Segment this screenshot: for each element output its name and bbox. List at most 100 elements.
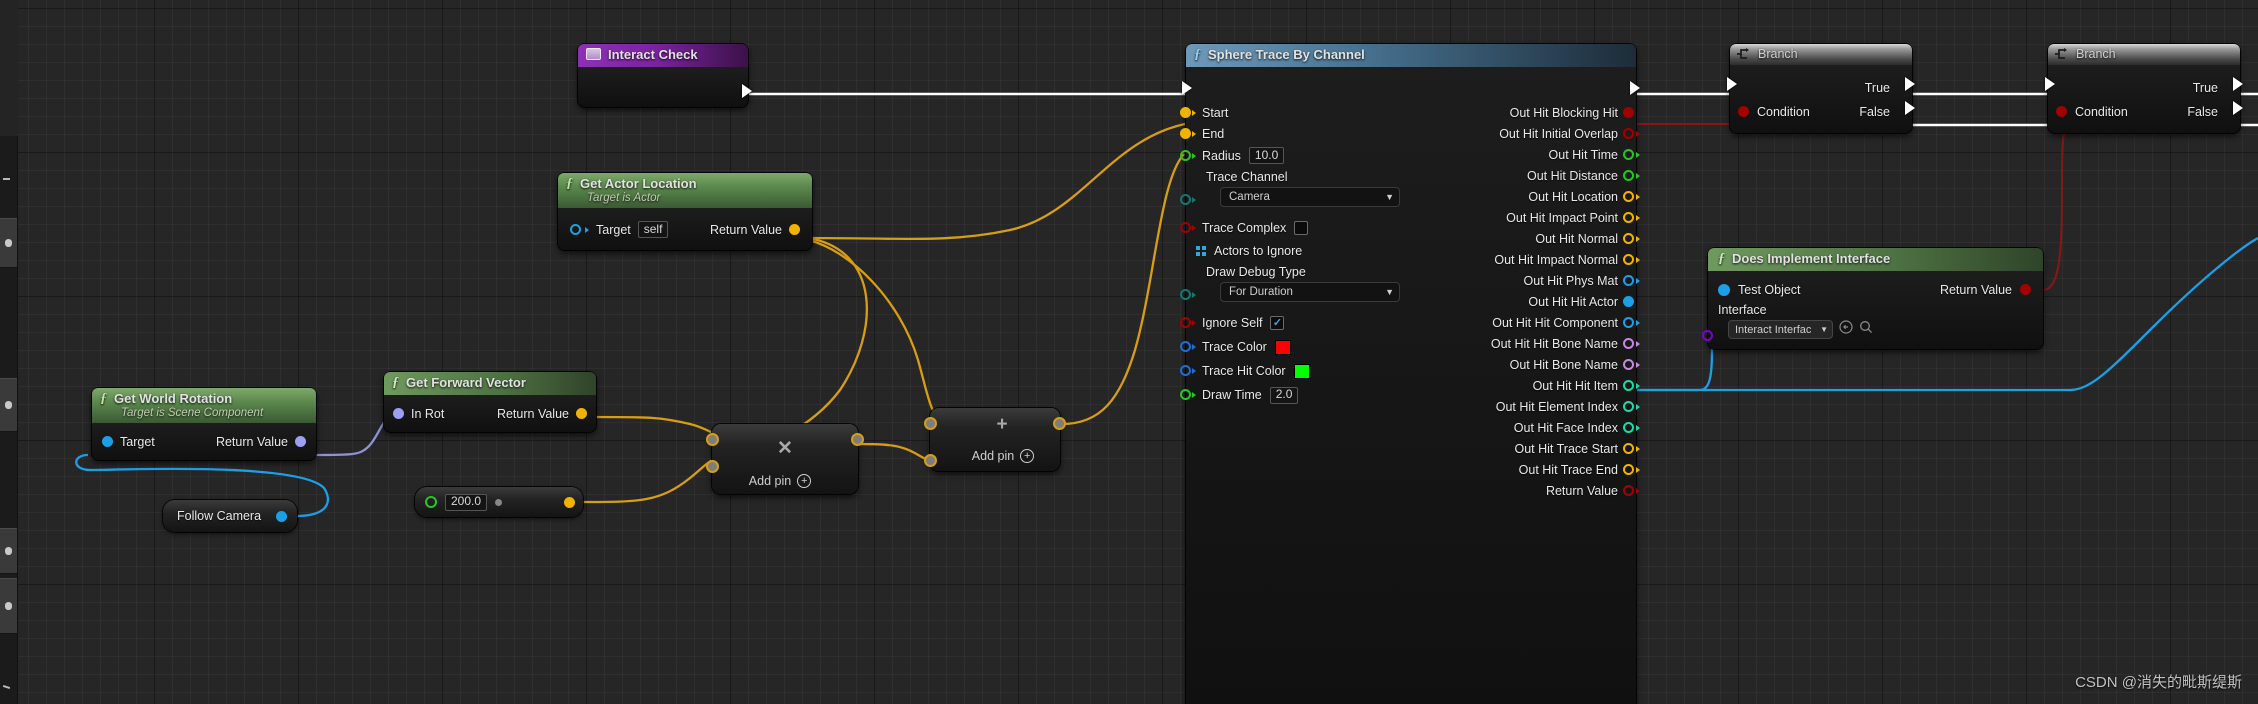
target-value[interactable]: self: [637, 221, 669, 238]
return-value-label: Return Value: [709, 222, 782, 237]
bool-pin-connected[interactable]: [1623, 107, 1634, 118]
blueprint-graph-canvas[interactable]: Interact Check ƒ Get Actor Location Targ…: [0, 0, 2258, 704]
browse-back-icon[interactable]: [1839, 320, 1853, 339]
vector-pin[interactable]: [1623, 254, 1634, 265]
name-pin[interactable]: [1623, 338, 1634, 349]
node-sphere-trace-by-channel[interactable]: ƒ Sphere Trace By Channel Start End Radi…: [1180, 44, 1640, 704]
node-interact-check[interactable]: Interact Check: [578, 44, 752, 107]
radius-value[interactable]: 10.0: [1248, 147, 1285, 164]
trace-color-swatch[interactable]: [1274, 339, 1291, 355]
float-value[interactable]: 200.0: [445, 493, 488, 511]
trace-channel-value: Camera: [1229, 191, 1270, 203]
target-input-pin[interactable]: [102, 436, 113, 447]
int-pin[interactable]: [1623, 380, 1634, 391]
node-branch-2[interactable]: Branch Condition True False: [2045, 44, 2243, 133]
node-literal-float[interactable]: 200.0: [415, 487, 583, 517]
exec-out-pin[interactable]: [742, 84, 752, 98]
ignore-self-checkbox[interactable]: ✓: [1270, 316, 1285, 330]
add-input-b-pin[interactable]: [924, 454, 937, 467]
trace-hit-color-pin[interactable]: [1180, 365, 1191, 376]
node-get-actor-location[interactable]: ƒ Get Actor Location Target is Actor Tar…: [558, 173, 812, 250]
bool-pin[interactable]: [1623, 128, 1634, 139]
int-pin[interactable]: [1623, 422, 1634, 433]
multiply-add-pin-button[interactable]: +: [797, 474, 812, 488]
draw-time-value[interactable]: 2.0: [1269, 386, 1299, 404]
float-input-pin[interactable]: [425, 496, 437, 508]
node-does-implement-interface[interactable]: ƒ Does Implement Interface Test Object R…: [1702, 248, 2043, 349]
draw-debug-type-pin[interactable]: [1180, 289, 1191, 300]
vector-pin[interactable]: [1623, 191, 1634, 202]
return-value-pin[interactable]: [2020, 284, 2031, 295]
rail-handle-2[interactable]: [2, 684, 11, 690]
in-rot-pin[interactable]: [393, 408, 404, 419]
ignore-self-pin[interactable]: [1180, 317, 1191, 328]
float-output-pin[interactable]: [564, 496, 575, 508]
return-value-pin[interactable]: [789, 224, 800, 235]
vector-pin[interactable]: [1623, 233, 1634, 244]
vector-pin[interactable]: [1623, 464, 1634, 475]
return-value-pin[interactable]: [295, 436, 306, 447]
add-output-pin[interactable]: [1053, 417, 1066, 430]
node-follow-camera-variable[interactable]: Follow Camera: [163, 500, 297, 532]
node-branch-1[interactable]: Branch Condition True False: [1727, 44, 1915, 133]
left-dock-rail[interactable]: [0, 0, 18, 704]
node-add[interactable]: + Add pin +: [924, 408, 1066, 471]
add-input-a-pin[interactable]: [924, 417, 937, 430]
true-exec-pin[interactable]: [2233, 77, 2243, 91]
exec-in-pin[interactable]: [1727, 77, 1737, 91]
wire-rotation-to-inrot: [314, 415, 393, 457]
node-header: ƒ Sphere Trace By Channel: [1186, 44, 1636, 67]
search-icon[interactable]: [1859, 320, 1873, 339]
object-pin-connected[interactable]: [1623, 296, 1634, 307]
int-pin[interactable]: [1623, 401, 1634, 412]
node-multiply[interactable]: ✕ Add pin +: [706, 424, 864, 494]
node-get-world-rotation[interactable]: ƒ Get World Rotation Target is Scene Com…: [92, 388, 316, 460]
bool-pin[interactable]: [1623, 485, 1634, 496]
output-pin-arrow: [1636, 236, 1640, 242]
vector-pin[interactable]: [1623, 212, 1634, 223]
trace-color-pin[interactable]: [1180, 341, 1191, 352]
node-get-forward-vector[interactable]: ƒ Get Forward Vector In Rot Return Value: [384, 372, 596, 432]
return-value-label: Return Value: [496, 406, 569, 421]
float-pin[interactable]: [1623, 170, 1634, 181]
trace-complex-pin[interactable]: [1180, 222, 1191, 233]
follow-camera-label: Follow Camera: [177, 509, 262, 523]
output-pin-arrow: [1636, 215, 1640, 221]
condition-pin[interactable]: [1738, 106, 1749, 117]
true-label: True: [1864, 80, 1890, 95]
rail-tab-2[interactable]: [0, 378, 17, 432]
ignore-self-pin-arrow: [1192, 320, 1196, 326]
name-pin[interactable]: [1623, 359, 1634, 370]
condition-pin[interactable]: [2056, 106, 2067, 117]
add-add-pin-button[interactable]: +: [1020, 449, 1035, 463]
output-pin-arrow: [1636, 488, 1640, 494]
false-exec-pin[interactable]: [1905, 101, 1915, 115]
object-pin[interactable]: [1623, 275, 1634, 286]
follow-camera-output-pin[interactable]: [276, 510, 287, 522]
trace-channel-pin[interactable]: [1180, 194, 1191, 205]
test-object-pin[interactable]: [1718, 283, 1730, 296]
array-pin-icon[interactable]: [1196, 246, 1206, 256]
return-value-pin[interactable]: [576, 408, 587, 419]
object-pin[interactable]: [1623, 317, 1634, 328]
vector-pin[interactable]: [1623, 443, 1634, 454]
true-exec-pin[interactable]: [1905, 77, 1915, 91]
interface-pin[interactable]: [1702, 330, 1713, 341]
exec-in-pin[interactable]: [2045, 77, 2055, 91]
function-icon: ƒ: [566, 176, 573, 191]
false-exec-pin[interactable]: [2233, 101, 2243, 115]
rail-tab-4[interactable]: [0, 578, 17, 634]
rail-handle-1[interactable]: [3, 178, 10, 180]
start-pin[interactable]: [1180, 107, 1191, 118]
rail-tab-3[interactable]: [0, 528, 17, 574]
interface-combo[interactable]: Interact Interfac ▼: [1728, 320, 1833, 339]
multiply-input-b-pin[interactable]: [706, 460, 719, 473]
exec-in-pin[interactable]: [1182, 81, 1192, 95]
float-pin[interactable]: [1623, 149, 1634, 160]
draw-time-pin[interactable]: [1180, 389, 1191, 400]
end-pin[interactable]: [1180, 128, 1191, 139]
exec-out-pin[interactable]: [1630, 81, 1640, 95]
radius-pin[interactable]: [1180, 150, 1191, 161]
target-input-pin[interactable]: [570, 224, 581, 235]
rail-tab-1[interactable]: [0, 218, 17, 268]
